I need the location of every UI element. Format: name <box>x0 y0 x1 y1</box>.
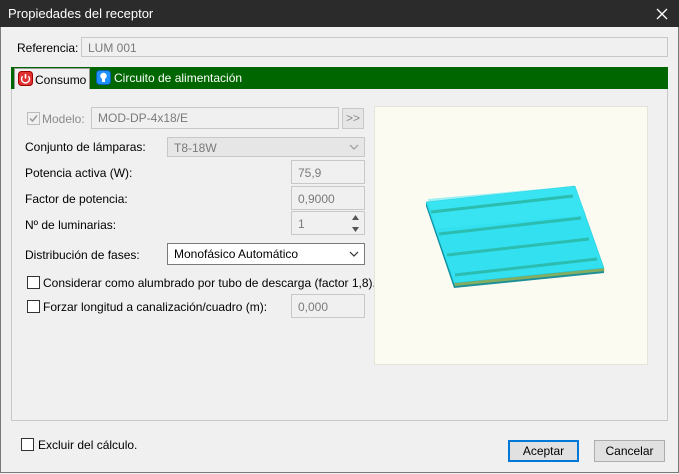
luminarias-stepper[interactable] <box>348 211 363 235</box>
tab-consumo-label: Consumo <box>35 73 87 87</box>
distribucion-label: Distribución de fases: <box>25 248 140 262</box>
forzar-checkbox[interactable] <box>27 300 40 313</box>
title-bar: Propiedades del receptor <box>0 0 679 27</box>
arrow-up-icon <box>352 214 359 220</box>
descarga-checkbox[interactable] <box>27 276 40 289</box>
luminarias-value: 1 <box>298 217 305 231</box>
stepper-down[interactable] <box>348 223 363 235</box>
excluir-checkbox[interactable] <box>21 438 34 451</box>
chevron-down-icon <box>349 251 359 257</box>
modelo-field[interactable]: MOD-DP-4x18/E <box>91 107 339 129</box>
checkmark-icon <box>29 115 38 123</box>
window-title: Propiedades del receptor <box>8 6 154 21</box>
factor-field[interactable]: 0,9000 <box>291 186 365 210</box>
close-button[interactable] <box>645 0 679 27</box>
factor-label: Factor de potencia: <box>25 192 128 206</box>
tab-bar: Consumo Circuito de alimentación <box>11 67 668 89</box>
power-icon <box>18 71 33 86</box>
modelo-browse-button[interactable]: >> <box>342 108 364 129</box>
tab-circuito-label: Circuito de alimentación <box>114 71 243 85</box>
tab-consumo[interactable]: Consumo <box>14 68 90 89</box>
excluir-label: Excluir del cálculo. <box>38 438 138 452</box>
conjunto-label: Conjunto de lámparas: <box>25 140 146 154</box>
stepper-up[interactable] <box>348 211 363 223</box>
potencia-label: Potencia activa (W): <box>25 166 133 180</box>
chevron-down-icon <box>349 144 359 150</box>
luminarias-label: Nº de luminarias: <box>25 218 117 232</box>
conjunto-value: T8-18W <box>174 141 217 155</box>
modelo-label: Modelo: <box>42 112 85 126</box>
referencia-field[interactable]: LUM 001 <box>81 37 668 57</box>
conjunto-select[interactable]: T8-18W <box>167 137 365 157</box>
forzar-label: Forzar longitud a canalización/cuadro (m… <box>43 300 268 314</box>
lamp-icon <box>96 70 111 85</box>
referencia-label: Referencia: <box>17 41 79 55</box>
close-icon <box>656 8 668 19</box>
cancel-button[interactable]: Cancelar <box>594 440 665 462</box>
distribucion-select[interactable]: Monofásico Automático <box>167 243 365 265</box>
arrow-down-icon <box>352 226 359 232</box>
descarga-label: Considerar como alumbrado por tubo de de… <box>43 276 376 290</box>
accept-button[interactable]: Aceptar <box>508 440 579 462</box>
potencia-field[interactable]: 75,9 <box>291 160 365 184</box>
forzar-field[interactable]: 0,000 <box>291 294 365 318</box>
modelo-checkbox[interactable] <box>27 112 40 125</box>
distribucion-value: Monofásico Automático <box>174 247 299 261</box>
luminaire-3d-image <box>425 185 605 288</box>
luminaire-preview <box>374 106 648 365</box>
